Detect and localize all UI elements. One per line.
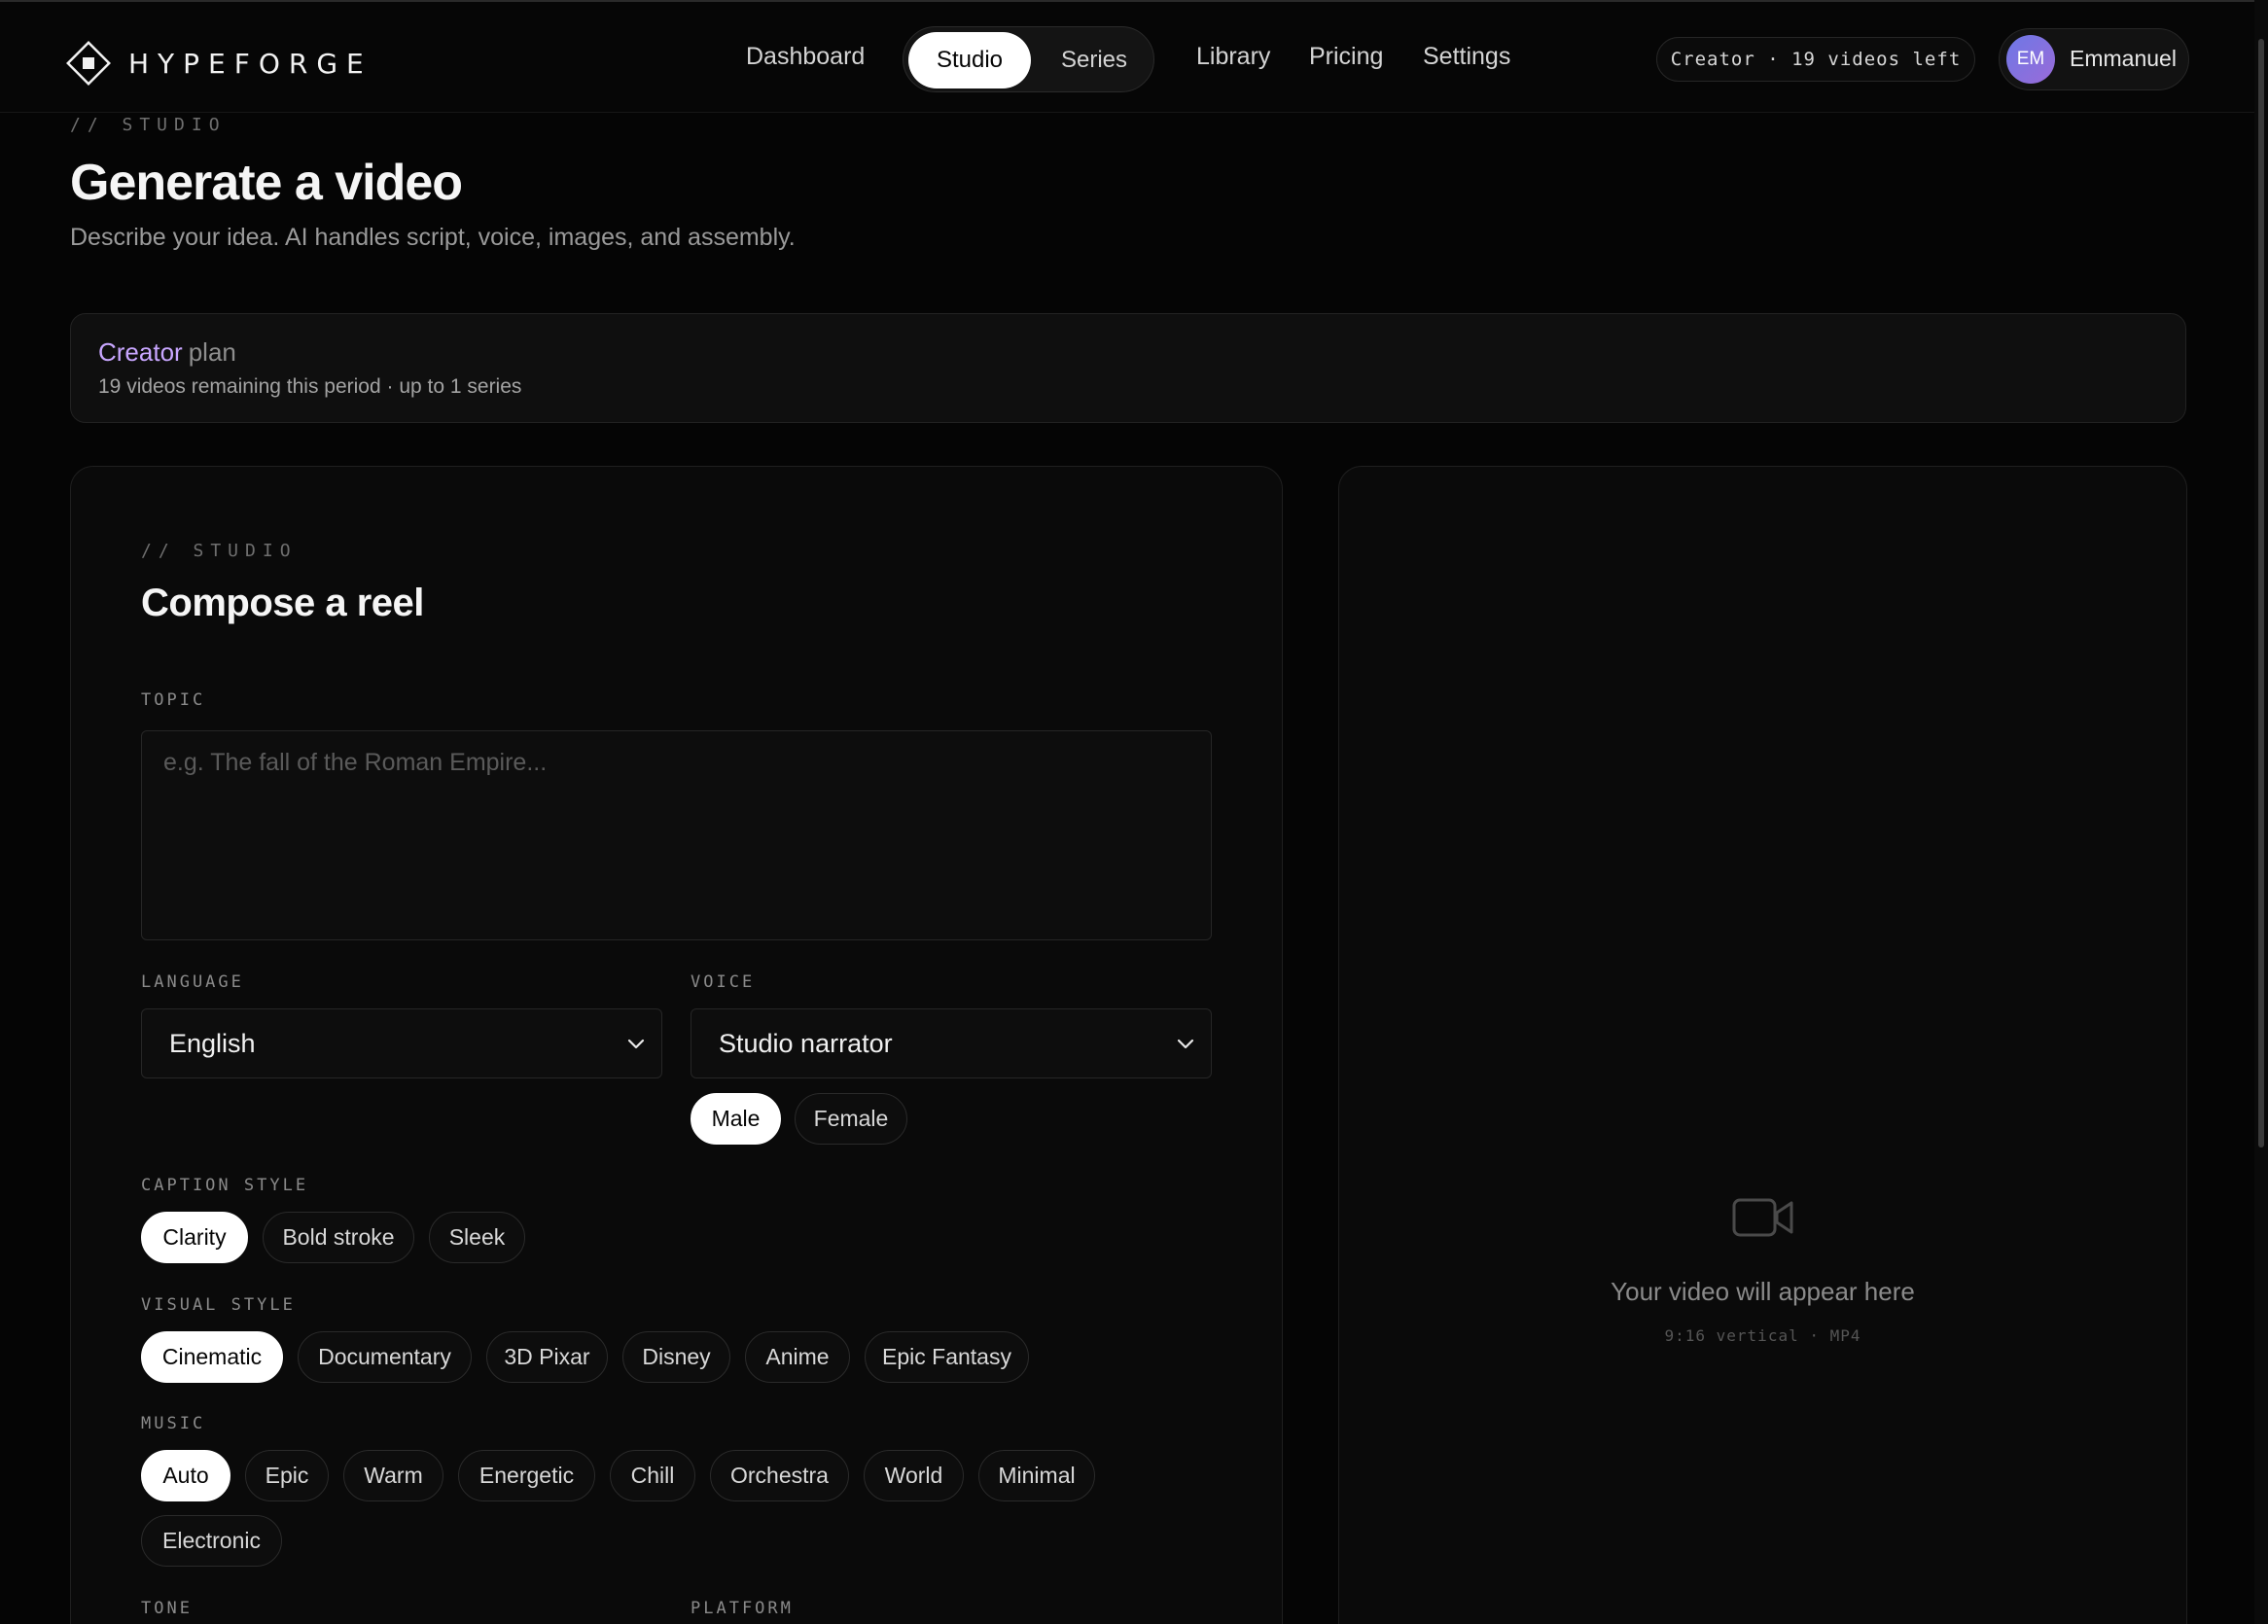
plan-suffix: plan: [188, 337, 236, 367]
plan-banner: Creator plan 19 videos remaining this per…: [70, 313, 2186, 423]
music-chip-chill[interactable]: Chill: [610, 1450, 695, 1501]
plan-name: Creator: [98, 337, 183, 367]
music-chip-auto[interactable]: Auto: [141, 1450, 230, 1501]
plan-title: Creator plan: [98, 337, 236, 368]
top-nav: HYPEFORGE Dashboard Studio Series Librar…: [0, 0, 2268, 113]
visual-chip-documentary[interactable]: Documentary: [298, 1331, 472, 1383]
video-camera-icon: [1732, 1198, 1793, 1237]
music-chip-electronic[interactable]: Electronic: [141, 1515, 282, 1567]
visual-chip-disney[interactable]: Disney: [622, 1331, 730, 1383]
visual-chip-anime[interactable]: Anime: [745, 1331, 850, 1383]
platform-label: PLATFORM: [691, 1599, 794, 1618]
visual-chip-epic-fantasy[interactable]: Epic Fantasy: [865, 1331, 1029, 1383]
voice-gender-female[interactable]: Female: [795, 1093, 907, 1145]
caption-chip-bold-stroke[interactable]: Bold stroke: [263, 1212, 414, 1263]
compose-eyebrow: // STUDIO: [141, 541, 298, 561]
quota-badge: Creator · 19 videos left: [1656, 37, 1975, 82]
visual-chip-3d-pixar[interactable]: 3D Pixar: [486, 1331, 608, 1383]
music-chip-minimal[interactable]: Minimal: [978, 1450, 1095, 1501]
nav-library[interactable]: Library: [1196, 43, 1270, 71]
voice-select[interactable]: Studio narrator: [691, 1008, 1212, 1078]
page-title: Generate a video: [70, 155, 463, 211]
music-chip-epic[interactable]: Epic: [245, 1450, 329, 1501]
tone-label: TONE: [141, 1599, 193, 1618]
nav-pricing[interactable]: Pricing: [1309, 43, 1383, 71]
music-chip-energetic[interactable]: Energetic: [458, 1450, 595, 1501]
caption-style-label: CAPTION STYLE: [141, 1176, 309, 1195]
topic-input[interactable]: [141, 730, 1212, 940]
voice-gender-male[interactable]: Male: [691, 1093, 781, 1145]
brand-logo[interactable]: HYPEFORGE: [64, 39, 372, 88]
nav-studio[interactable]: Studio: [908, 32, 1031, 88]
preview-empty-meta: 9:16 vertical · MP4: [1664, 1326, 1861, 1345]
chevron-down-icon: [1177, 1039, 1194, 1049]
music-chip-orchestra[interactable]: Orchestra: [710, 1450, 849, 1501]
plan-detail: 19 videos remaining this period · up to …: [98, 375, 522, 398]
diamond-logo-icon: [64, 39, 113, 88]
studio-series-switch: Studio Series: [903, 26, 1154, 92]
music-chip-world[interactable]: World: [864, 1450, 964, 1501]
brand-name: HYPEFORGE: [128, 47, 372, 80]
caption-chip-clarity[interactable]: Clarity: [141, 1212, 248, 1263]
music-label: MUSIC: [141, 1414, 206, 1433]
nav-dashboard[interactable]: Dashboard: [746, 43, 865, 71]
voice-label: VOICE: [691, 972, 756, 992]
avatar: EM: [2006, 35, 2055, 84]
voice-value: Studio narrator: [719, 1029, 893, 1058]
visual-style-label: VISUAL STYLE: [141, 1295, 296, 1315]
music-chip-warm[interactable]: Warm: [343, 1450, 443, 1501]
nav-settings[interactable]: Settings: [1423, 43, 1510, 71]
preview-panel: [1338, 466, 2187, 1624]
user-name: Emmanuel: [2070, 46, 2177, 71]
nav-series[interactable]: Series: [1045, 32, 1143, 88]
page-subtitle: Describe your idea. AI handles script, v…: [70, 224, 796, 251]
language-select[interactable]: English: [141, 1008, 662, 1078]
language-label: LANGUAGE: [141, 972, 244, 992]
visual-chip-cinematic[interactable]: Cinematic: [141, 1331, 283, 1383]
scrollbar-thumb[interactable]: [2258, 39, 2264, 1147]
chevron-down-icon: [627, 1039, 645, 1049]
page-eyebrow: // STUDIO: [70, 115, 227, 135]
preview-empty-title: Your video will appear here: [1611, 1277, 1915, 1306]
caption-chip-sleek[interactable]: Sleek: [429, 1212, 525, 1263]
topic-label: TOPIC: [141, 690, 206, 710]
user-menu[interactable]: EM Emmanuel: [1999, 28, 2189, 90]
language-value: English: [169, 1029, 256, 1058]
compose-title: Compose a reel: [141, 582, 424, 624]
